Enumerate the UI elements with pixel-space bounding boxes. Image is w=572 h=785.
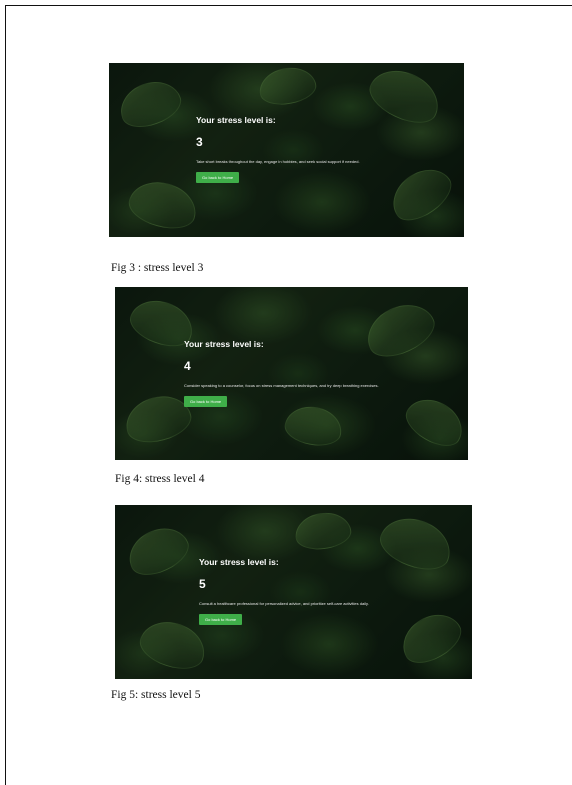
stress-level-value: 4 [184, 359, 191, 373]
go-back-home-button[interactable]: Go back to Home [199, 614, 243, 625]
stress-result-screenshot-5: Your stress level is: 5 Consult a health… [115, 505, 472, 679]
stress-level-value: 5 [199, 577, 206, 591]
advice-text: Consult a healthcare professional for pe… [199, 601, 369, 606]
result-heading: Your stress level is: [196, 115, 276, 125]
advice-text: Take short breaks throughout the day, en… [196, 159, 360, 164]
go-back-home-button[interactable]: Go back to Home [184, 396, 228, 407]
stress-result-screenshot-4: Your stress level is: 4 Consider speakin… [115, 287, 468, 460]
result-heading: Your stress level is: [184, 339, 264, 349]
go-back-home-button[interactable]: Go back to Home [196, 172, 240, 183]
figure-caption-3: Fig 3 : stress level 3 [111, 262, 204, 274]
result-heading: Your stress level is: [199, 557, 279, 567]
advice-text: Consider speaking to a counselor, focus … [184, 383, 379, 388]
result-content: Your stress level is: 3 Take short break… [196, 115, 360, 184]
figure-caption-5: Fig 5: stress level 5 [111, 689, 201, 701]
stress-level-value: 3 [196, 135, 203, 149]
figure-caption-4: Fig 4: stress level 4 [115, 473, 205, 485]
result-content: Your stress level is: 4 Consider speakin… [184, 339, 379, 408]
stress-result-screenshot-3: Your stress level is: 3 Take short break… [109, 63, 464, 237]
result-content: Your stress level is: 5 Consult a health… [199, 557, 369, 626]
